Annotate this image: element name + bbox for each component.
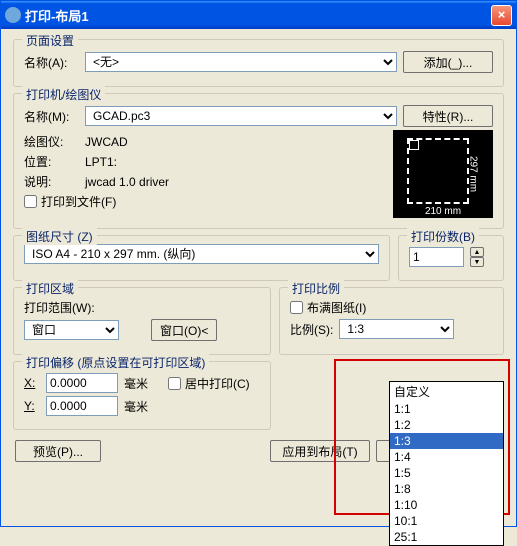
- ratio-option[interactable]: 1:1: [390, 401, 503, 417]
- printer-group: 打印机/绘图仪 名称(M): GCAD.pc3 特性(R)... 绘图仪:JWC…: [13, 93, 504, 229]
- location-value: LPT1:: [85, 155, 117, 169]
- printer-legend: 打印机/绘图仪: [22, 86, 105, 103]
- preview-height-label: 297 mm: [467, 156, 478, 192]
- ratio-option[interactable]: 1:5: [390, 465, 503, 481]
- page-name-select[interactable]: <无>: [85, 52, 397, 72]
- ratio-option[interactable]: 自定义: [390, 382, 503, 401]
- window-title: 打印-布局1: [25, 6, 491, 25]
- fit-to-paper-label: 布满图纸(I): [307, 299, 366, 316]
- scope-select[interactable]: 窗口: [24, 320, 119, 340]
- copies-down-button[interactable]: ▼: [470, 257, 484, 267]
- ratio-label: 比例(S):: [290, 321, 333, 338]
- page-name-label: 名称(A):: [24, 54, 79, 71]
- offset-y-input[interactable]: [46, 396, 118, 416]
- center-print-label: 居中打印(C): [185, 375, 250, 392]
- print-offset-legend: 打印偏移 (原点设置在可打印区域): [22, 354, 209, 371]
- page-setup-legend: 页面设置: [22, 32, 78, 49]
- offset-x-input[interactable]: [46, 373, 118, 393]
- print-area-legend: 打印区域: [22, 280, 78, 297]
- printer-name-select[interactable]: GCAD.pc3: [85, 106, 397, 126]
- window-pick-button[interactable]: 窗口(O)<: [151, 319, 217, 341]
- close-button[interactable]: ×: [491, 5, 512, 26]
- print-offset-group: 打印偏移 (原点设置在可打印区域) X: 毫米 居中打印(C) Y: 毫米: [13, 361, 271, 430]
- page-setup-group: 页面设置 名称(A): <无> 添加(_)...: [13, 39, 504, 87]
- offset-y-unit: 毫米: [124, 398, 148, 415]
- titlebar[interactable]: 打印-布局1 ×: [1, 1, 516, 29]
- plotter-value: JWCAD: [85, 135, 128, 149]
- copies-up-button[interactable]: ▲: [470, 247, 484, 257]
- scope-label: 打印范围(W):: [24, 299, 95, 316]
- preview-width-label: 210 mm: [393, 206, 493, 217]
- copies-legend: 打印份数(B): [407, 228, 479, 245]
- offset-y-label: Y:: [24, 399, 40, 413]
- app-icon: [5, 7, 21, 23]
- ratio-dropdown-list[interactable]: 自定义1:11:21:31:41:51:81:1010:125:1: [389, 381, 504, 546]
- print-area-group: 打印区域 打印范围(W): 窗口 窗口(O)<: [13, 287, 271, 355]
- ratio-option[interactable]: 25:1: [390, 529, 503, 545]
- print-scale-legend: 打印比例: [288, 280, 344, 297]
- copies-group: 打印份数(B) ▲ ▼: [398, 235, 504, 281]
- print-to-file-checkbox[interactable]: [24, 195, 37, 208]
- offset-x-unit: 毫米: [124, 375, 148, 392]
- ratio-select[interactable]: 1:3: [339, 319, 454, 339]
- fit-to-paper-checkbox[interactable]: [290, 301, 303, 314]
- ratio-option[interactable]: 1:2: [390, 417, 503, 433]
- ratio-option[interactable]: 1:3: [390, 433, 503, 449]
- ratio-option[interactable]: 1:4: [390, 449, 503, 465]
- print-to-file-label: 打印到文件(F): [41, 193, 116, 210]
- paper-size-legend: 图纸尺寸 (Z): [22, 228, 97, 245]
- ratio-option[interactable]: 1:10: [390, 497, 503, 513]
- paper-preview: 210 mm 297 mm: [393, 130, 493, 218]
- printer-name-label: 名称(M):: [24, 108, 79, 125]
- preview-button[interactable]: 预览(P)...: [15, 440, 101, 462]
- print-scale-group: 打印比例 布满图纸(I) 比例(S): 1:3: [279, 287, 504, 355]
- printer-props-button[interactable]: 特性(R)...: [403, 105, 493, 127]
- offset-x-label: X:: [24, 376, 40, 390]
- print-dialog: 打印-布局1 × 页面设置 名称(A): <无> 添加(_)... 打印机/绘图…: [0, 0, 517, 527]
- apply-layout-button[interactable]: 应用到布局(T): [270, 440, 370, 462]
- add-page-setup-button[interactable]: 添加(_)...: [403, 51, 493, 73]
- paper-size-select[interactable]: ISO A4 - 210 x 297 mm. (纵向): [24, 244, 379, 264]
- location-label: 位置:: [24, 153, 79, 170]
- desc-value: jwcad 1.0 driver: [85, 175, 169, 189]
- center-print-checkbox[interactable]: [168, 377, 181, 390]
- paper-size-group: 图纸尺寸 (Z) ISO A4 - 210 x 297 mm. (纵向): [13, 235, 390, 281]
- desc-label: 说明:: [24, 173, 79, 190]
- ratio-option[interactable]: 1:8: [390, 481, 503, 497]
- plotter-label: 绘图仪:: [24, 133, 79, 150]
- copies-input[interactable]: [409, 247, 464, 267]
